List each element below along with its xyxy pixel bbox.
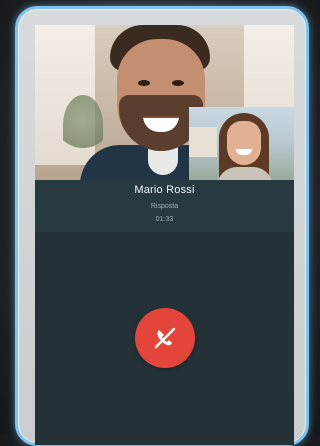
call-status: Risposta [150, 203, 179, 210]
hangup-button[interactable] [135, 308, 195, 368]
remote-video [35, 25, 294, 180]
call-timer: 01:33 [155, 216, 174, 223]
self-view-video[interactable] [189, 107, 294, 180]
call-info: Mario Rossi Risposta 01:33 [35, 180, 294, 232]
caller-name: Mario Rossi [134, 184, 195, 196]
intercom-screen: Mario Rossi Risposta 01:33 [35, 25, 294, 445]
phone-hangup-icon [154, 327, 176, 349]
